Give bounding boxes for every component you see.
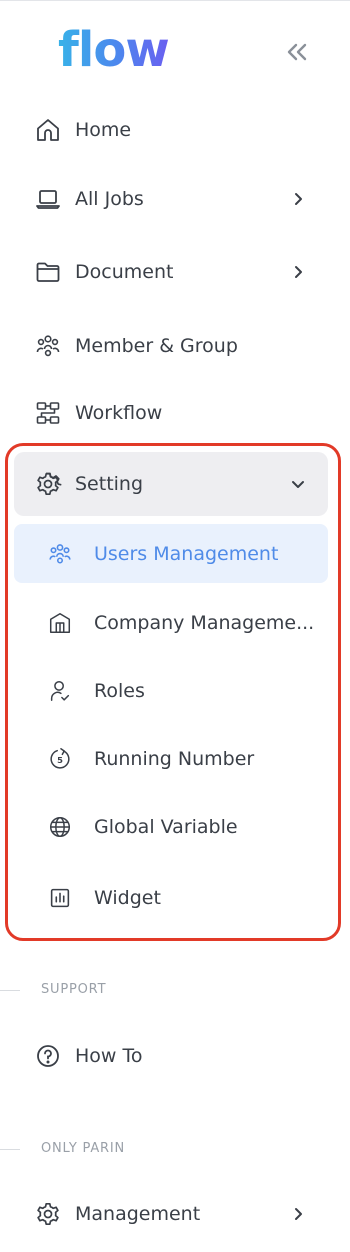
flow-logo[interactable]: flow bbox=[58, 22, 170, 78]
sidebar-item-document[interactable]: Document bbox=[28, 250, 328, 294]
section-divider bbox=[0, 1149, 20, 1150]
sidebar-item-label: How To bbox=[75, 1045, 143, 1067]
gear-icon bbox=[34, 1200, 62, 1228]
section-divider bbox=[0, 990, 20, 991]
question-circle-icon bbox=[34, 1042, 62, 1070]
sidebar-item-label: Management bbox=[75, 1203, 201, 1225]
chevron-right-icon bbox=[295, 1208, 302, 1220]
double-chevron-left-icon bbox=[287, 43, 307, 61]
chevron-right-icon bbox=[295, 266, 302, 278]
top-border bbox=[0, 0, 350, 1]
sidebar-item-all-jobs[interactable]: All Jobs bbox=[28, 177, 328, 221]
home-icon bbox=[34, 116, 62, 144]
sidebar-item-label: Document bbox=[75, 261, 174, 283]
sidebar-item-member-group[interactable]: Member & Group bbox=[28, 324, 328, 368]
laptop-icon bbox=[34, 185, 62, 213]
folder-icon bbox=[34, 258, 62, 286]
workflow-icon bbox=[34, 399, 62, 427]
collapse-sidebar-button[interactable] bbox=[283, 38, 311, 66]
sidebar-item-management[interactable]: Management bbox=[28, 1192, 328, 1236]
chevron-right-icon bbox=[295, 193, 302, 205]
section-heading-support: SUPPORT bbox=[41, 982, 107, 997]
sidebar-item-label: Workflow bbox=[75, 402, 163, 424]
section-heading-only-parin: ONLY PARIN bbox=[41, 1141, 126, 1156]
users-group-icon bbox=[34, 332, 62, 360]
sidebar-item-label: All Jobs bbox=[75, 188, 144, 210]
sidebar-item-label: Home bbox=[75, 119, 132, 141]
sidebar-item-label: Member & Group bbox=[75, 335, 238, 357]
highlight-outline bbox=[5, 443, 341, 941]
sidebar-item-how-to[interactable]: How To bbox=[28, 1034, 328, 1078]
sidebar-item-workflow[interactable]: Workflow bbox=[28, 391, 328, 435]
sidebar-item-home[interactable]: Home bbox=[28, 108, 328, 152]
